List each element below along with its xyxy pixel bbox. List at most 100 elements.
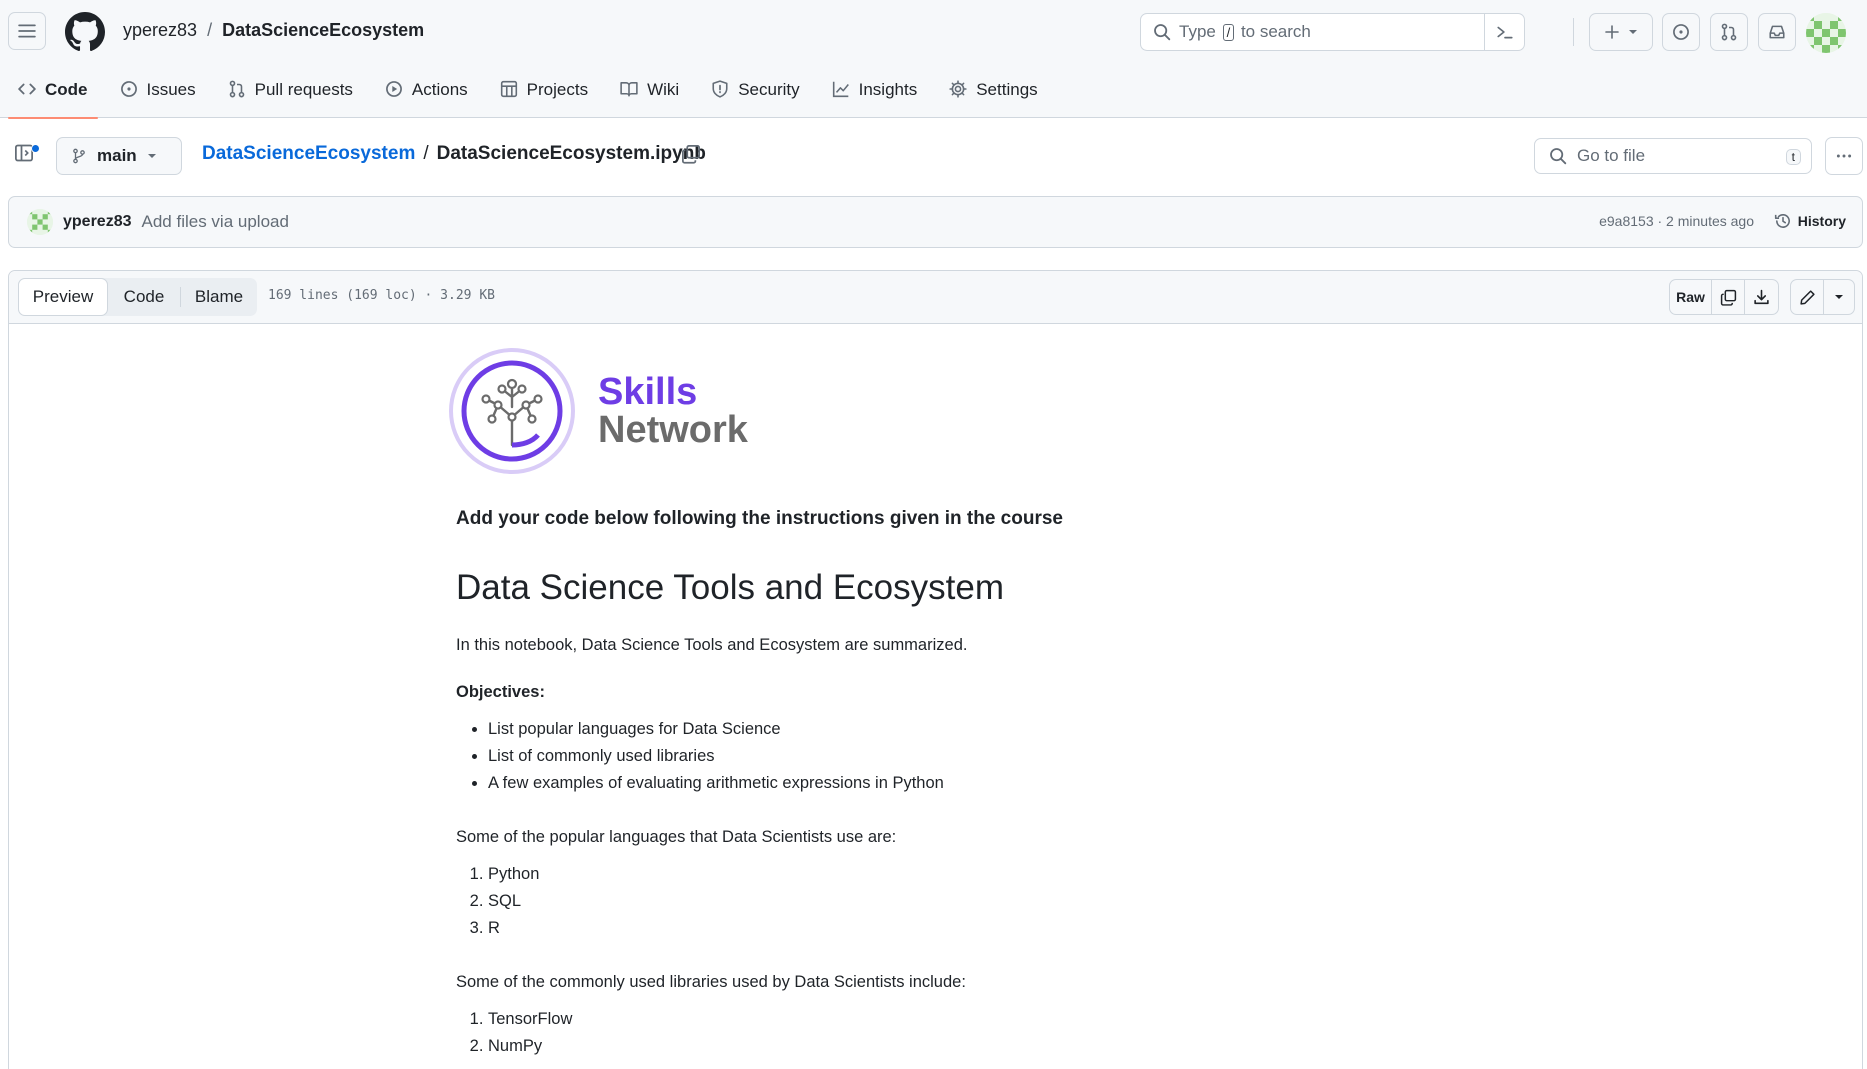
breadcrumb-file-name: DataScienceEcosystem.ipynb xyxy=(436,143,706,164)
edit-options-button[interactable] xyxy=(1824,280,1854,314)
tab-label: Insights xyxy=(858,80,918,99)
tab-insights[interactable]: Insights xyxy=(822,70,928,118)
history-label: History xyxy=(1797,213,1846,229)
download-icon xyxy=(1754,289,1769,304)
header-breadcrumb: yperez83 / DataScienceEcosystem xyxy=(123,20,424,41)
notebook-title: Data Science Tools and Ecosystem xyxy=(456,568,1004,607)
tab-settings[interactable]: Settings xyxy=(939,70,1047,118)
go-to-file-shortcut: t xyxy=(1785,149,1801,165)
breadcrumb-repo-link[interactable]: DataScienceEcosystem xyxy=(202,143,415,165)
command-palette-button[interactable] xyxy=(1484,14,1524,50)
tab-label: Pull requests xyxy=(254,80,353,99)
skills-network-tree-icon xyxy=(449,348,575,474)
branch-name: main xyxy=(97,146,137,165)
pull-requests-button[interactable] xyxy=(1710,13,1748,51)
identicon-avatar-icon xyxy=(1806,13,1846,53)
objectives-label: Objectives: xyxy=(456,683,545,701)
commit-meta[interactable]: e9a8153 · 2 minutes ago xyxy=(1599,213,1754,229)
skills-network-logo: Skills Network xyxy=(448,346,1348,476)
download-button[interactable] xyxy=(1745,280,1778,314)
raw-button[interactable]: Raw xyxy=(1670,280,1712,314)
logo-skills: Skills xyxy=(598,371,698,413)
shield-icon xyxy=(712,80,728,98)
list-item: TensorFlow xyxy=(488,1006,572,1033)
repo-nav: Code Issues Pull requests Actions Projec… xyxy=(8,70,1060,119)
notebook-preview: Skills Network Add your code below follo… xyxy=(448,346,1348,1055)
tab-actions[interactable]: Actions xyxy=(375,70,478,118)
tab-label: Security xyxy=(738,80,800,99)
tab-preview[interactable]: Preview xyxy=(18,278,108,316)
tab-label: Issues xyxy=(146,80,196,99)
tab-label: Settings xyxy=(976,80,1038,99)
search-shortcut-key: / xyxy=(1222,24,1235,41)
tab-projects[interactable]: Projects xyxy=(490,70,598,118)
issues-button[interactable] xyxy=(1662,13,1700,51)
search-prefix: Type xyxy=(1179,22,1216,41)
copy-path-button[interactable] xyxy=(681,144,701,164)
tab-label: Wiki xyxy=(647,80,680,99)
header-divider xyxy=(1573,18,1574,46)
hamburger-icon xyxy=(18,24,36,38)
branch-selector[interactable]: main xyxy=(56,137,182,175)
user-avatar[interactable] xyxy=(1806,13,1846,53)
issue-icon xyxy=(1673,24,1689,40)
list-item: List of commonly used libraries xyxy=(488,743,944,770)
table-icon xyxy=(500,80,517,98)
search-icon xyxy=(1154,24,1171,41)
identicon-avatar-icon xyxy=(27,209,53,235)
raw-actions-group: Raw xyxy=(1669,279,1779,315)
latest-commit-bar: yperez83 Add files via upload e9a8153 · … xyxy=(8,196,1863,248)
commit-author[interactable]: yperez83 xyxy=(63,213,132,231)
logo-wordmark: Skills Network xyxy=(598,373,748,449)
tab-code[interactable]: Code xyxy=(8,70,98,119)
github-logo-icon[interactable] xyxy=(65,12,105,52)
pencil-icon xyxy=(1799,289,1815,305)
languages-intro: Some of the popular languages that Data … xyxy=(456,828,897,846)
global-search-input[interactable]: Type / to search xyxy=(1140,13,1525,51)
search-suffix: to search xyxy=(1240,22,1311,41)
notebook-lead: Add your code below following the instru… xyxy=(456,508,1063,529)
tab-blame[interactable]: Blame xyxy=(181,278,257,316)
tab-label: Actions xyxy=(411,80,468,99)
view-mode-switch: Preview Code Blame xyxy=(18,278,257,316)
file-breadcrumb: DataScienceEcosystem / DataScienceEcosys… xyxy=(202,143,706,165)
tab-security[interactable]: Security xyxy=(701,70,809,118)
commit-message[interactable]: Add files via upload xyxy=(142,212,289,232)
code-icon xyxy=(18,83,36,95)
repo-link[interactable]: DataScienceEcosystem xyxy=(222,20,424,41)
go-to-file-input[interactable]: Go to file t xyxy=(1534,138,1812,174)
list-item: SQL xyxy=(488,888,539,915)
caret-down-icon xyxy=(1629,30,1637,34)
history-button[interactable]: History xyxy=(1774,212,1846,230)
tab-issues[interactable]: Issues xyxy=(110,70,206,118)
global-header: yperez83 / DataScienceEcosystem Type / t… xyxy=(0,0,1867,119)
list-item: A few examples of evaluating arithmetic … xyxy=(488,770,944,797)
book-icon xyxy=(620,82,638,97)
commit-author-avatar[interactable] xyxy=(27,209,53,235)
tab-code-view[interactable]: Code xyxy=(108,278,180,316)
edit-file-button[interactable] xyxy=(1791,280,1824,314)
search-placeholder: Type / to search xyxy=(1179,22,1311,42)
inbox-button[interactable] xyxy=(1758,13,1796,51)
languages-list: Python SQL R xyxy=(488,861,539,942)
tab-label: Projects xyxy=(526,80,589,99)
file-viewer-header: Preview Code Blame 169 lines (169 loc) ·… xyxy=(9,271,1862,324)
notification-dot xyxy=(31,144,40,153)
owner-link[interactable]: yperez83 xyxy=(123,20,197,41)
list-item: NumPy xyxy=(488,1033,572,1060)
more-options-button[interactable] xyxy=(1825,137,1863,175)
edit-actions-group xyxy=(1790,279,1855,315)
breadcrumb-separator: / xyxy=(423,143,429,164)
caret-down-icon xyxy=(1835,295,1843,299)
create-new-button[interactable] xyxy=(1589,13,1653,51)
tab-pull-requests[interactable]: Pull requests xyxy=(218,70,363,118)
tab-wiki[interactable]: Wiki xyxy=(610,70,689,118)
terminal-icon xyxy=(1496,26,1513,39)
breadcrumb-separator: / xyxy=(207,20,213,40)
graph-icon xyxy=(832,81,849,98)
menu-button[interactable] xyxy=(8,12,46,50)
copy-raw-button[interactable] xyxy=(1712,280,1745,314)
list-item: Python xyxy=(488,861,539,888)
history-icon xyxy=(1774,214,1790,228)
tab-label: Code xyxy=(45,80,88,99)
